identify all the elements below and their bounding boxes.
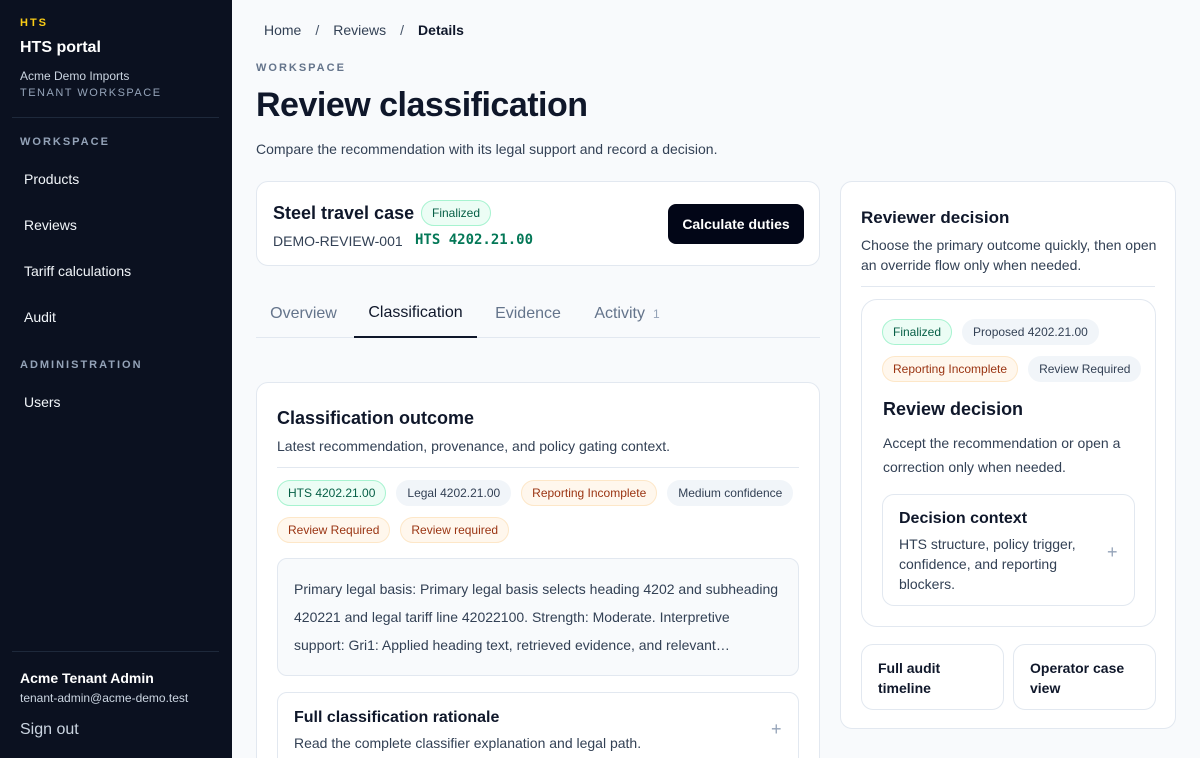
brand-title[interactable]: HTS portal xyxy=(20,39,101,57)
review-decision-title: Review decision xyxy=(883,399,1024,419)
outcome-title: Classification outcome xyxy=(277,408,475,428)
page-title: Review classification xyxy=(256,86,588,124)
rationale-expander[interactable]: Full classification rationale Read the c… xyxy=(277,692,799,758)
tab-evidence[interactable]: Evidence xyxy=(480,290,576,337)
administration-section-label: ADMINISTRATION xyxy=(20,359,143,371)
case-title: Steel travel case xyxy=(273,203,415,223)
sidebar-item-tariff-calculations[interactable]: Tariff calculations xyxy=(12,254,220,288)
breadcrumb-separator: / xyxy=(400,22,405,38)
workspace-section-label: WORKSPACE xyxy=(20,136,110,148)
decision-title: Reviewer decision xyxy=(861,208,1010,227)
plus-icon[interactable]: + xyxy=(1107,543,1118,561)
brand-eyebrow: HTS xyxy=(20,17,48,29)
proposed-chip: Proposed 4202.21.00 xyxy=(962,319,1099,345)
plus-icon[interactable]: + xyxy=(771,720,782,738)
tab-overview[interactable]: Overview xyxy=(256,290,351,337)
sidebar: HTS HTS portal Acme Demo Imports TENANT … xyxy=(0,0,232,758)
tab-activity[interactable]: Activity 1 xyxy=(578,290,676,337)
finalized-chip: Finalized xyxy=(882,319,953,345)
breadcrumb-separator: / xyxy=(315,22,320,38)
user-email: tenant-admin@acme-demo.test xyxy=(20,691,189,705)
legal-basis-summary: Primary legal basis: Primary legal basis… xyxy=(277,558,799,676)
reporting-chip: Reporting Incomplete xyxy=(521,480,658,506)
sidebar-item-reviews[interactable]: Reviews xyxy=(12,208,220,242)
page-eyebrow: WORKSPACE xyxy=(256,62,346,74)
outcome-chip-row: HTS 4202.21.00 Legal 4202.21.00 Reportin… xyxy=(277,480,794,506)
context-title: Decision context xyxy=(899,510,1028,527)
reporting-chip: Reporting Incomplete xyxy=(882,356,1019,382)
calculate-duties-button[interactable]: Calculate duties xyxy=(668,204,804,244)
decision-subtitle: Choose the primary outcome quickly, then… xyxy=(861,237,1157,273)
tab-label: Activity xyxy=(594,304,645,322)
review-required-chip: Review Required xyxy=(1028,356,1142,382)
decision-divider xyxy=(861,286,1155,287)
review-required-chip: Review required xyxy=(400,517,510,543)
rationale-subtitle: Read the complete classifier explanation… xyxy=(294,735,642,751)
page-subtitle: Compare the recommendation with its lega… xyxy=(256,141,718,157)
outcome-divider xyxy=(277,467,799,468)
user-name: Acme Tenant Admin xyxy=(20,670,154,686)
outcome-chip-row: Review Required Review required xyxy=(277,517,510,543)
status-badge: Finalized xyxy=(421,200,492,226)
tab-bar: Overview Classification Evidence Activit… xyxy=(256,290,820,338)
decision-context-expander[interactable]: Decision context HTS structure, policy t… xyxy=(882,494,1135,606)
operator-case-view-button[interactable]: Operator case view xyxy=(1013,644,1156,710)
review-required-chip: Review Required xyxy=(277,517,391,543)
outcome-subtitle: Latest recommendation, provenance, and p… xyxy=(277,438,671,454)
tab-label: Classification xyxy=(368,304,463,321)
tab-label: Evidence xyxy=(495,304,561,322)
case-id: DEMO-REVIEW-001 xyxy=(273,233,403,249)
confidence-chip: Medium confidence xyxy=(667,480,794,506)
breadcrumb-reviews[interactable]: Reviews xyxy=(333,22,386,38)
sidebar-divider xyxy=(12,117,219,118)
rationale-title: Full classification rationale xyxy=(294,709,500,726)
tenant-label: TENANT WORKSPACE xyxy=(20,87,162,99)
activity-count-badge: 1 xyxy=(652,306,660,321)
sidebar-item-audit[interactable]: Audit xyxy=(12,300,220,334)
case-summary-card: Steel travel case Finalized DEMO-REVIEW-… xyxy=(256,181,820,266)
case-hts-code: HTS 4202.21.00 xyxy=(415,232,534,248)
sidebar-item-products[interactable]: Products xyxy=(12,162,220,196)
breadcrumb-home[interactable]: Home xyxy=(264,22,301,38)
review-decision-subtitle: Accept the recommendation or open a corr… xyxy=(883,435,1121,475)
breadcrumb: Home / Reviews / Details xyxy=(264,22,464,38)
decision-chip-row: Reporting Incomplete Review Required xyxy=(882,356,1142,382)
reviewer-decision-panel: Reviewer decision Choose the primary out… xyxy=(840,181,1176,729)
decision-chip-row: Finalized Proposed 4202.21.00 xyxy=(882,319,1099,345)
sidebar-item-users[interactable]: Users xyxy=(12,385,220,419)
hts-chip: HTS 4202.21.00 xyxy=(277,480,387,506)
tab-classification[interactable]: Classification xyxy=(354,290,477,338)
tab-label: Overview xyxy=(270,304,337,322)
sidebar-footer-divider xyxy=(12,651,219,652)
sign-out-button[interactable]: Sign out xyxy=(20,721,79,739)
review-decision-card: Finalized Proposed 4202.21.00 Reporting … xyxy=(861,299,1156,627)
tenant-name: Acme Demo Imports xyxy=(20,69,130,83)
legal-chip: Legal 4202.21.00 xyxy=(396,480,512,506)
context-subtitle: HTS structure, policy trigger, confidenc… xyxy=(899,536,1076,592)
breadcrumb-current: Details xyxy=(418,22,464,38)
full-audit-timeline-button[interactable]: Full audit timeline xyxy=(861,644,1004,710)
classification-outcome-card: Classification outcome Latest recommenda… xyxy=(256,382,820,758)
